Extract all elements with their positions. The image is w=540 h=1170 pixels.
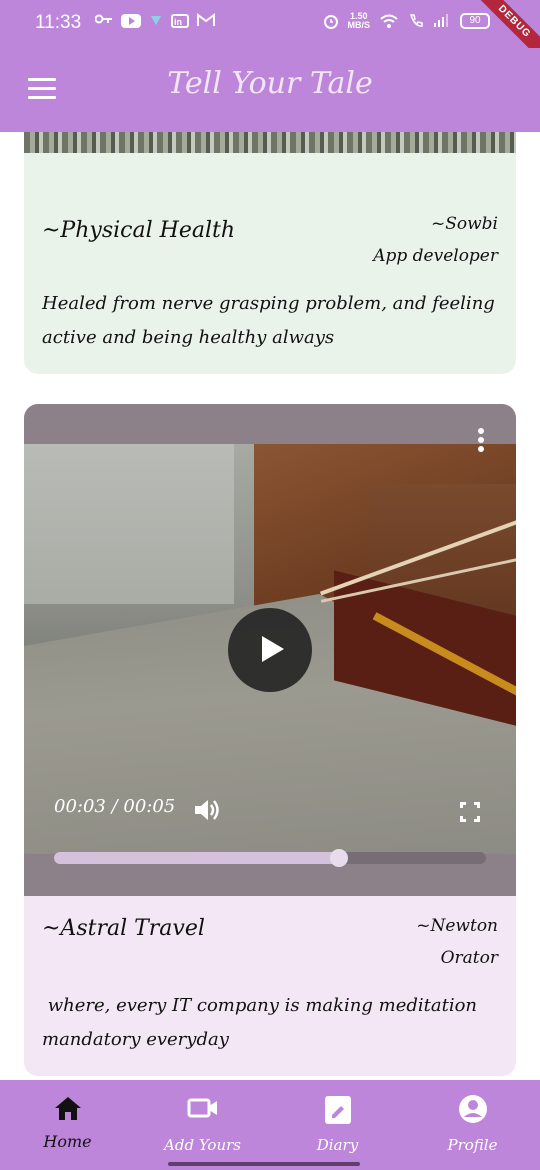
post-title: ~Astral Travel [42, 916, 205, 941]
clipboard-edit-icon [323, 1094, 353, 1130]
status-bar: 11:33 in 1.50 MB/S 90 DEBUG [0, 0, 540, 62]
app-bar: Tell Your Tale [0, 48, 540, 132]
bottom-navigation: Home Add Yours Diary Profile [0, 1080, 540, 1170]
app-shield-icon [149, 13, 163, 29]
more-options-icon[interactable] [478, 428, 486, 454]
fullscreen-icon[interactable] [460, 802, 480, 822]
youtube-icon [121, 14, 141, 28]
post-author-role: App developer [373, 246, 498, 266]
nav-item-add-yours[interactable]: Add Yours [135, 1080, 270, 1160]
linkedin-icon: in [171, 14, 189, 28]
nav-label-diary: Diary [316, 1136, 359, 1154]
wifi-icon [379, 13, 399, 29]
video-progress-fill [54, 852, 340, 864]
gmail-icon [197, 13, 215, 29]
volume-icon[interactable] [192, 796, 222, 824]
app-title: Tell Your Tale [167, 66, 373, 101]
video-time: 00:03 / 00:05 [54, 796, 176, 817]
svg-text:in: in [174, 17, 182, 26]
post-body: Healed from nerve grasping problem, and … [42, 293, 495, 348]
feed[interactable]: ~Physical Health ~Sowbi App developer He… [0, 132, 540, 1080]
nav-item-diary[interactable]: Diary [270, 1080, 405, 1160]
video-player[interactable]: 00:03 / 00:05 [24, 404, 516, 896]
battery-indicator: 90 [460, 13, 490, 29]
network-speed: 1.50 MB/S [348, 12, 371, 30]
post-title: ~Physical Health [42, 218, 235, 243]
post-author: ~Sowbi [431, 214, 498, 234]
account-circle-icon [458, 1094, 488, 1128]
home-indicator [168, 1162, 360, 1166]
nav-label-profile: Profile [447, 1136, 498, 1154]
key-icon [94, 13, 113, 29]
post-author: ~Newton [416, 916, 498, 936]
call-icon [408, 13, 424, 29]
home-icon [53, 1094, 83, 1126]
video-progress-bar[interactable] [54, 849, 486, 867]
post-image [24, 132, 516, 153]
post-card: ~Physical Health ~Sowbi App developer He… [24, 132, 516, 374]
video-progress-thumb[interactable] [330, 849, 349, 867]
nav-label-add-yours: Add Yours [164, 1136, 241, 1154]
status-time: 11:33 [35, 12, 82, 33]
post-card: 00:03 / 00:05 ~Astral Travel ~Newton Ora… [24, 404, 516, 1076]
alarm-icon [323, 13, 339, 29]
video-camera-icon [187, 1094, 219, 1126]
nav-item-home[interactable]: Home [0, 1080, 135, 1160]
nav-item-profile[interactable]: Profile [405, 1080, 540, 1160]
play-button[interactable] [228, 608, 312, 692]
post-body: where, every IT company is making medita… [42, 995, 483, 1050]
nav-label-home: Home [43, 1132, 92, 1151]
notification-icons: in [94, 13, 215, 29]
system-icons: 1.50 MB/S 90 [323, 12, 490, 30]
post-author-role: Orator [440, 948, 498, 968]
signal-icon [433, 13, 451, 29]
speed-unit: MB/S [347, 20, 371, 30]
